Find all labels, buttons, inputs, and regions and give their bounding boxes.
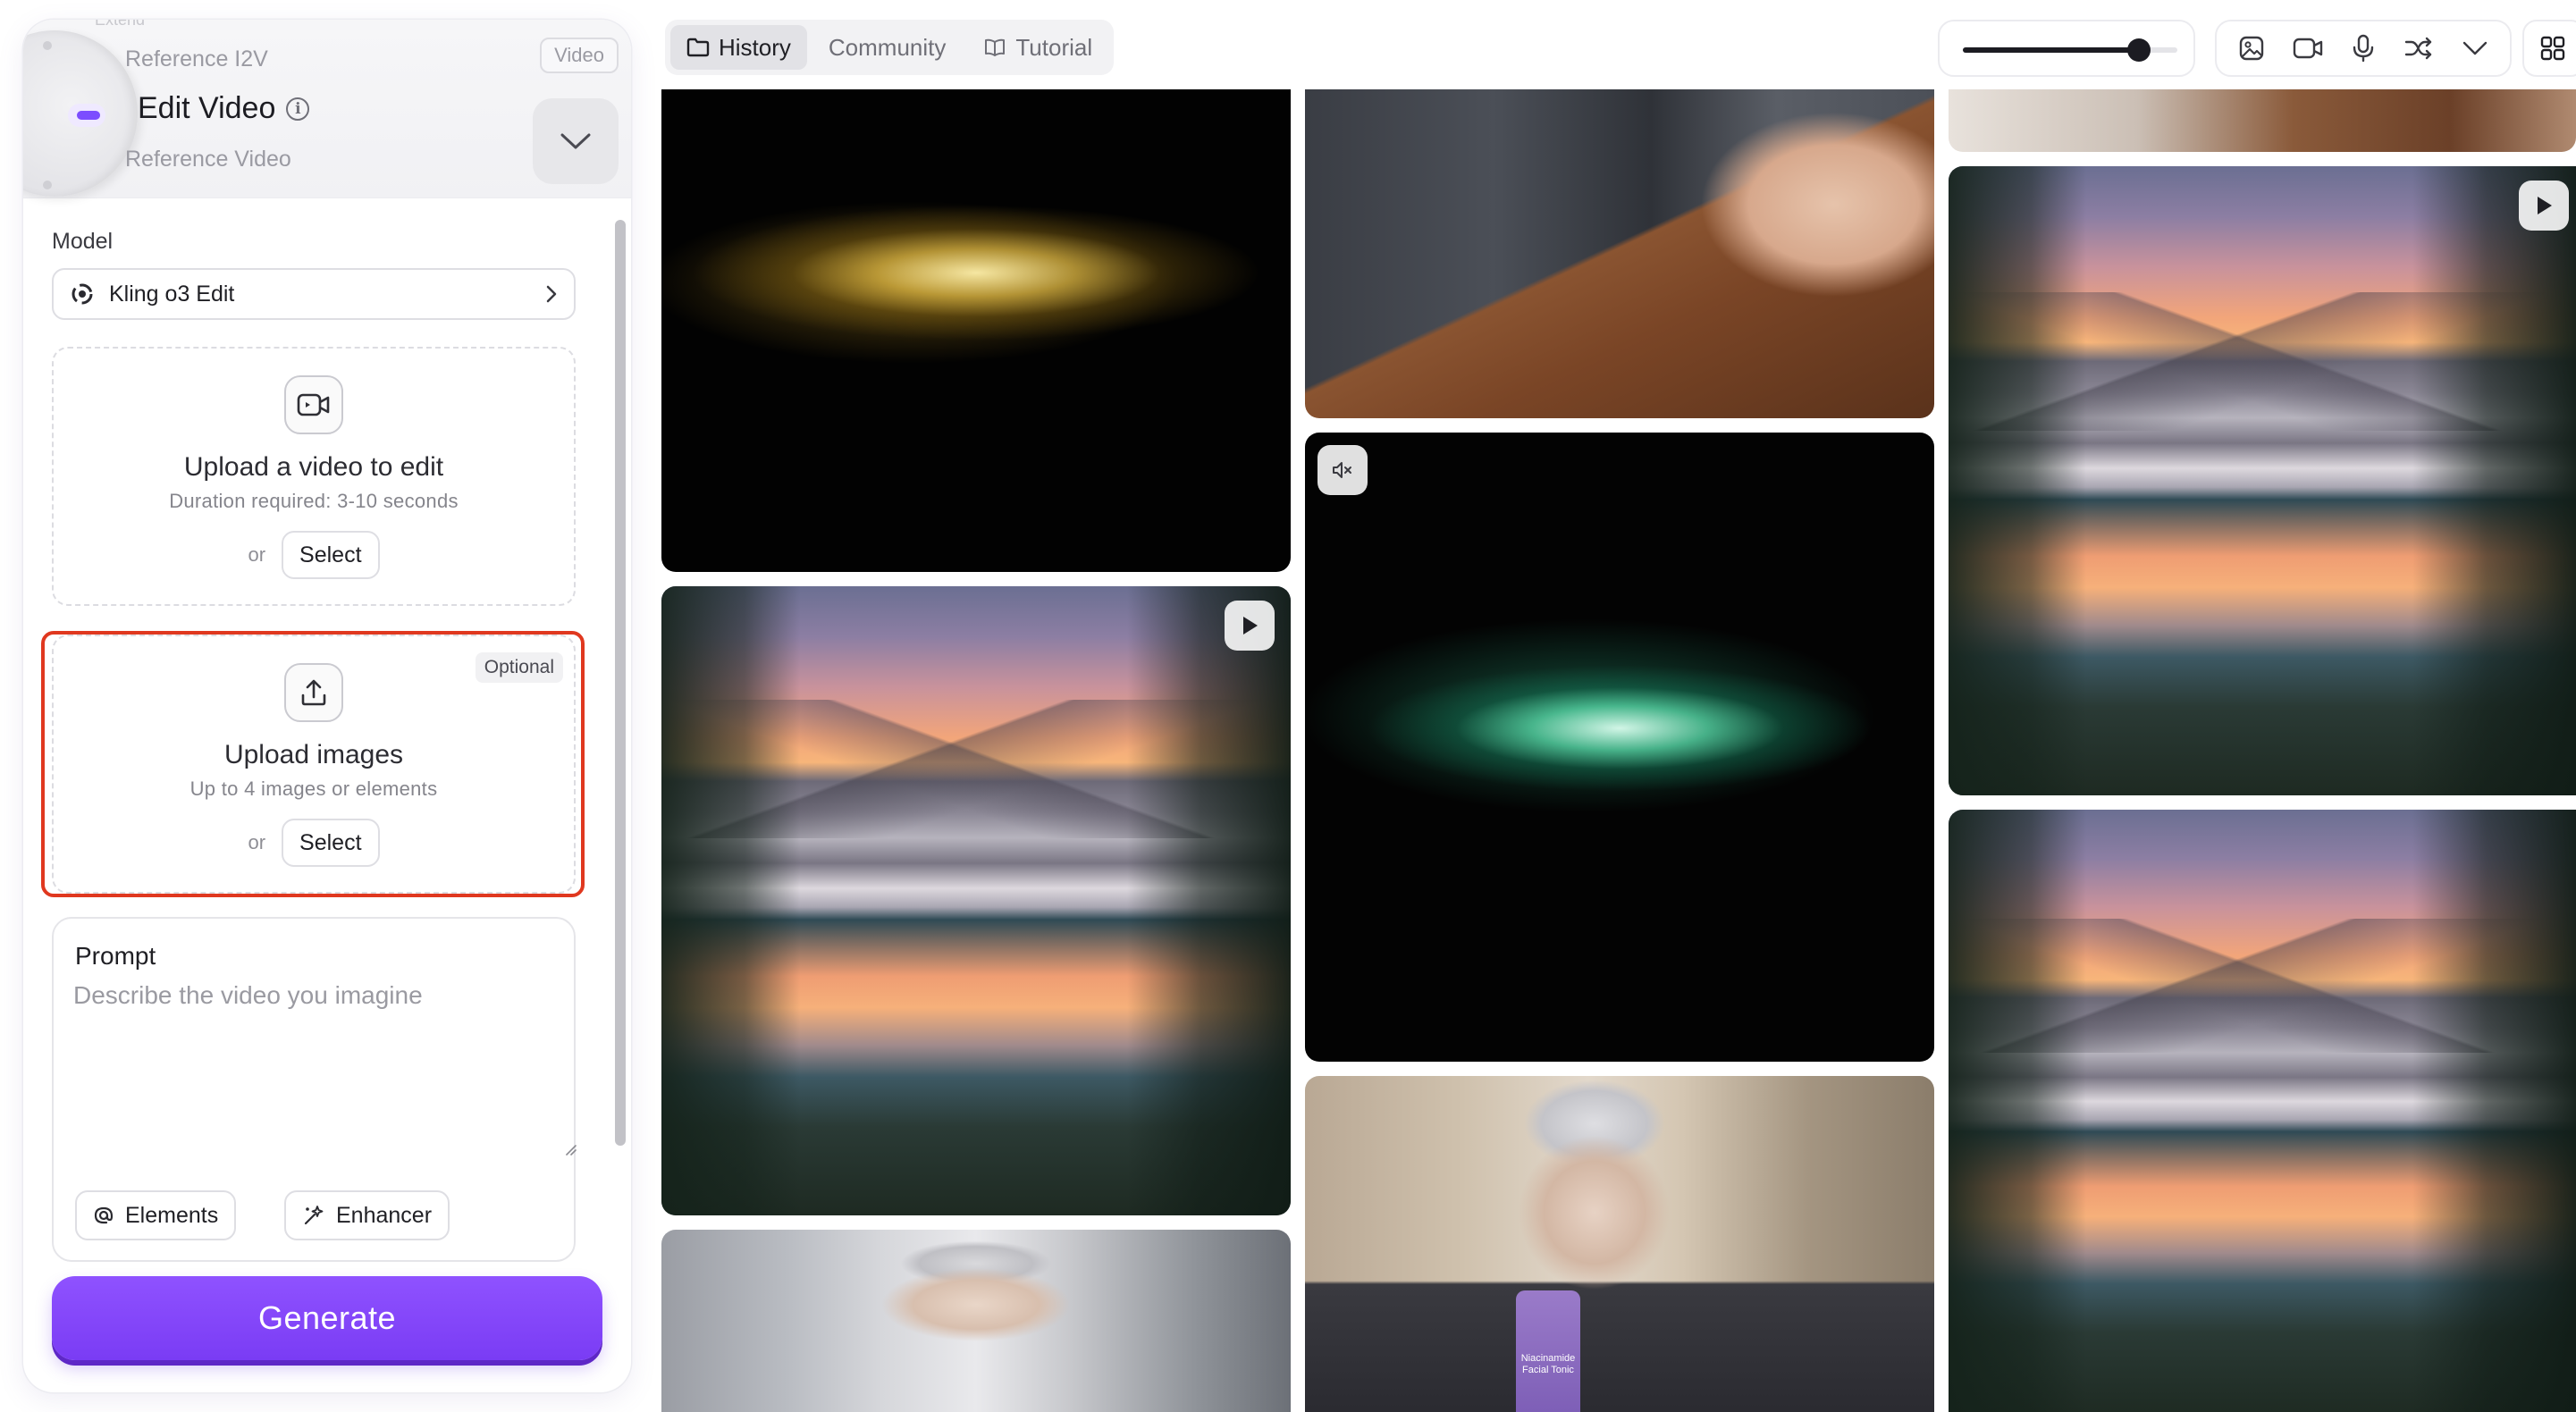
kling-logo-icon — [72, 283, 93, 305]
panel-scrollbar-thumb[interactable] — [615, 220, 626, 1146]
generation-panel: Extend Reference I2V Edit Video i Refere… — [23, 20, 631, 1392]
gallery-item-woman-product-image[interactable]: Niacinamide Facial Tonic — [1305, 1076, 1934, 1412]
info-icon[interactable]: i — [286, 97, 310, 121]
tab-community-label: Community — [828, 33, 947, 61]
model-select[interactable]: Kling o3 Edit — [52, 268, 576, 320]
generate-button[interactable]: Generate — [52, 1276, 602, 1360]
mute-button[interactable] — [1317, 445, 1368, 495]
chevron-down-icon — [2462, 41, 2487, 55]
resize-grip-icon[interactable] — [563, 1142, 577, 1156]
shuffle-button[interactable] — [2395, 25, 2442, 71]
shuffle-icon — [2405, 37, 2432, 60]
gallery-item-leather-bag-image[interactable] — [1305, 89, 1934, 418]
gallery-item-mountain-lake-video[interactable] — [661, 586, 1291, 1215]
prompt-label: Prompt — [75, 942, 156, 970]
panel-scrollbar[interactable] — [610, 207, 629, 1369]
upload-images-highlight — [41, 631, 585, 897]
image-filter-button[interactable] — [2228, 25, 2275, 71]
prompt-box: Prompt Elements Enhancer — [52, 917, 577, 1262]
gallery-item-woman-street-image[interactable] — [661, 1230, 1291, 1412]
mode-option-reference-i2v[interactable]: Reference I2V — [125, 46, 268, 72]
media-filter-toolbar — [2215, 20, 2512, 77]
upload-video-title: Upload a video to edit — [183, 452, 444, 482]
speaker-muted-icon — [1333, 462, 1351, 478]
slider-fill — [1963, 47, 2139, 53]
mode-type-badge: Video — [540, 38, 619, 73]
tab-tutorial-label: Tutorial — [1015, 33, 1093, 61]
play-button[interactable] — [2519, 181, 2569, 231]
tab-tutorial[interactable]: Tutorial — [967, 25, 1108, 70]
tab-history[interactable]: History — [670, 25, 807, 70]
grid-view-button[interactable] — [2522, 20, 2576, 77]
enhancer-button[interactable]: Enhancer — [284, 1190, 450, 1240]
mode-selector[interactable]: Extend Reference I2V Edit Video i Refere… — [23, 20, 631, 198]
image-icon — [2239, 36, 2264, 61]
bottle-text-line-1: Niacinamide — [1520, 1353, 1576, 1364]
at-sign-icon — [94, 1206, 114, 1224]
thumbnail-size-slider[interactable] — [1938, 20, 2195, 77]
product-bottle-label: Niacinamide Facial Tonic — [1520, 1353, 1577, 1376]
prompt-input[interactable] — [73, 981, 552, 1144]
upload-video-dropzone[interactable]: Upload a video to edit Duration required… — [52, 347, 576, 606]
mode-expand-button[interactable] — [533, 98, 619, 184]
upload-video-subtitle: Duration required: 3-10 seconds — [169, 490, 459, 512]
upload-video-or: or — [248, 543, 266, 566]
video-camera-icon — [2293, 38, 2322, 59]
upload-video-select-button[interactable]: Select — [282, 531, 380, 579]
tab-history-label: History — [719, 33, 791, 61]
model-select-value: Kling o3 Edit — [109, 281, 235, 307]
mode-dial[interactable] — [23, 30, 138, 197]
chevron-down-icon — [560, 133, 591, 149]
dial-pointer — [77, 111, 100, 120]
play-button[interactable] — [1225, 601, 1275, 651]
slider-track[interactable] — [1963, 38, 2177, 62]
microphone-icon — [2353, 34, 2374, 63]
grid-view-icon — [2540, 36, 2565, 61]
gallery-item-mountain-lake-image[interactable] — [1949, 810, 2576, 1412]
gallery-item-bag-top-image[interactable] — [1949, 89, 2576, 152]
play-icon — [1243, 617, 1258, 635]
tab-community[interactable]: Community — [812, 25, 962, 70]
mode-option-current[interactable]: Edit Video i — [138, 91, 310, 126]
gallery-item-mountain-lake-video-2[interactable] — [1949, 166, 2576, 795]
mode-option-extend[interactable]: Extend — [95, 20, 145, 29]
gallery-item-gold-wave-video[interactable] — [661, 89, 1291, 572]
product-bottle: Niacinamide Facial Tonic — [1516, 1290, 1580, 1412]
slider-knob[interactable] — [2126, 38, 2151, 62]
enhancer-button-label: Enhancer — [336, 1202, 433, 1228]
video-filter-button[interactable] — [2285, 25, 2331, 71]
elements-button[interactable]: Elements — [75, 1190, 237, 1240]
play-icon — [2538, 197, 2552, 214]
view-tabs: History Community Tutorial — [665, 20, 1115, 75]
upload-video-icon-box — [284, 375, 343, 434]
mode-option-reference-video[interactable]: Reference Video — [125, 147, 291, 172]
elements-button-label: Elements — [125, 1202, 219, 1228]
book-icon — [985, 38, 1006, 56]
chevron-right-icon — [546, 285, 557, 303]
sparkle-wand-icon — [304, 1206, 324, 1225]
model-label: Model — [52, 229, 114, 254]
more-filters-button[interactable] — [2452, 25, 2498, 71]
folder-icon — [686, 38, 710, 57]
bottle-text-line-2: Facial Tonic — [1522, 1365, 1574, 1375]
video-camera-icon — [297, 393, 330, 416]
audio-filter-button[interactable] — [2340, 25, 2387, 71]
mode-current-label: Edit Video — [138, 91, 276, 125]
gallery-item-green-wave-video[interactable] — [1305, 433, 1934, 1062]
